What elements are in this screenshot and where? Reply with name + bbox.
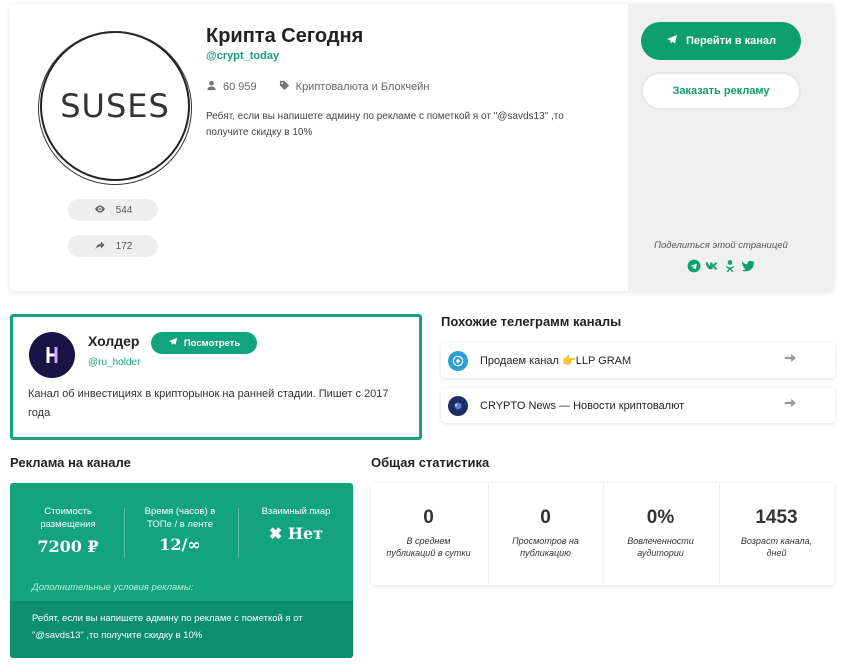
ad-section-title: Реклама на канале [10, 455, 131, 470]
views-count: 544 [115, 204, 133, 216]
stat-engagement: 0% Вовлеченности аудитории [603, 483, 718, 585]
channel-title: Крипта Сегодня [206, 25, 364, 47]
user-icon [206, 80, 217, 94]
category-label[interactable]: Криптовалюта и Блокчейн [296, 81, 430, 93]
tag-icon [279, 80, 290, 94]
twitter-icon[interactable] [740, 258, 755, 273]
featured-channel-card: Холдер Посмотреть @ru_holder Канал об ин… [10, 314, 422, 440]
stat-value: 0 [540, 507, 551, 528]
similar-channels-title: Похожие телеграмм каналы [441, 314, 622, 329]
subscribers-count: 60 959 [223, 81, 257, 93]
holder-view-button[interactable]: Посмотреть [151, 332, 257, 354]
top-time-label: Время (часов) в ТОПе / в ленте [144, 506, 216, 530]
price-column: Стоимость размещения 7200 ₽ [22, 505, 114, 556]
channel-logo: SUSES [40, 31, 190, 181]
eye-icon [94, 203, 106, 218]
extra-conditions-label: Дополнительные условия рекламы: [32, 582, 194, 593]
holder-avatar[interactable] [29, 332, 75, 378]
shares-count: 172 [115, 240, 133, 252]
vk-icon[interactable] [704, 258, 719, 273]
go-to-channel-button[interactable]: Перейти в канал [641, 22, 801, 60]
extra-conditions-text: Ребят, если вы напишете админу по реклам… [10, 601, 353, 658]
stat-caption: Возраст канала, дней [740, 536, 813, 558]
stat-views-per-post: 0 Просмотров на публикацию [488, 483, 603, 585]
stat-value: 0% [646, 507, 675, 528]
views-badge: 544 [68, 199, 158, 221]
ad-conditions-panel: Стоимость размещения 7200 ₽ Время (часов… [10, 483, 353, 658]
channel-handle[interactable]: @crypt_today [206, 50, 279, 62]
stats-section-title: Общая статистика [371, 455, 490, 470]
odnoklassniki-icon[interactable] [722, 258, 737, 273]
stat-posts-per-day: 0 В среднем публикаций в сутки [371, 483, 486, 585]
stat-channel-age: 1453 Возраст канала, дней [719, 483, 834, 585]
subscribers: 60 959 [206, 80, 257, 94]
similar-channel-label: CRYPTO News — Новости криптовалют [480, 399, 685, 412]
holder-logo-icon [46, 347, 58, 363]
holder-view-label: Посмотреть [183, 337, 241, 349]
share-label: Поделиться этой страницей [654, 240, 788, 251]
share-icons [686, 258, 755, 273]
similar-channel-item[interactable]: Продаем канал 👉LLP GRAM [441, 343, 835, 378]
stat-caption: Просмотров на публикацию [512, 536, 579, 558]
mutual-pr-column: Взаимный пиар ✖ Нет [256, 505, 336, 543]
arrow-right-icon [783, 351, 835, 370]
order-ad-label: Заказать рекламу [672, 85, 770, 97]
telegram-plane-icon [666, 34, 678, 49]
channel-logo-text: SUSES [60, 87, 170, 125]
divider [238, 508, 239, 558]
stat-value: 0 [423, 507, 434, 528]
telegram-icon[interactable] [686, 258, 701, 273]
stats-panel: 0 В среднем публикаций в сутки 0 Просмот… [371, 483, 834, 585]
category[interactable]: Криптовалюта и Блокчейн [279, 80, 430, 94]
holder-handle[interactable]: @ru_holder [88, 357, 140, 368]
arrow-right-icon [783, 396, 835, 415]
holder-name[interactable]: Холдер [88, 333, 139, 349]
divider [124, 508, 125, 558]
similar-channel-label: Продаем канал 👉LLP GRAM [480, 355, 632, 367]
order-ad-button[interactable]: Заказать рекламу [641, 72, 801, 110]
telegram-plane-icon [168, 337, 178, 350]
stat-caption: Вовлеченности аудитории [627, 536, 694, 558]
channel-description: Ребят, если вы напишете админу по реклам… [206, 111, 564, 138]
channel-avatar-icon [448, 395, 468, 416]
price-value: 7200 ₽ [37, 537, 99, 556]
stat-value: 1453 [755, 507, 798, 528]
go-to-channel-label: Перейти в канал [685, 35, 777, 47]
top-time-value: 12/∞ [159, 535, 201, 554]
share-arrow-icon [94, 239, 106, 254]
mutual-pr-value: ✖ Нет [268, 524, 324, 543]
holder-description: Канал об инвестициях в крипторынок на ра… [28, 388, 389, 419]
price-label: Стоимость размещения [40, 506, 96, 530]
stat-caption: В среднем публикаций в сутки [386, 536, 471, 558]
mutual-pr-label: Взаимный пиар [261, 506, 331, 517]
shares-badge: 172 [68, 235, 158, 257]
similar-channel-item[interactable]: CRYPTO News — Новости криптовалют [441, 388, 835, 423]
channel-meta: 60 959 Криптовалюта и Блокчейн [206, 80, 430, 94]
channel-avatar-icon [448, 350, 468, 371]
top-time-column: Время (часов) в ТОПе / в ленте 12/∞ [134, 505, 226, 554]
